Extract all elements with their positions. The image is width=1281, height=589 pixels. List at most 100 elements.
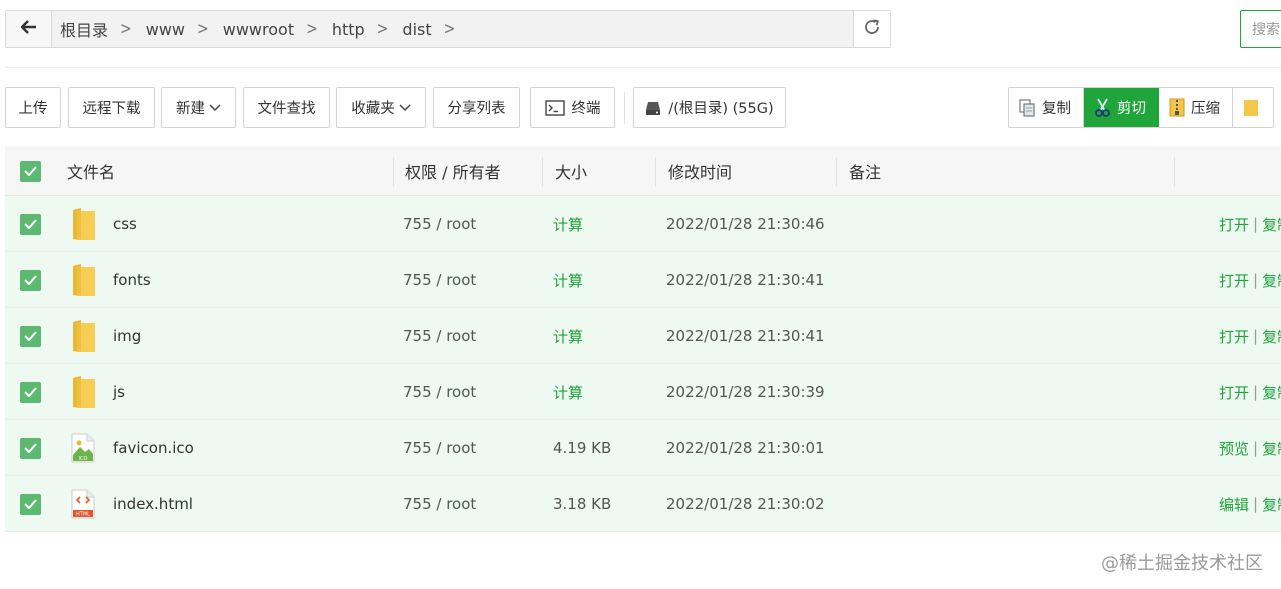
file-permission[interactable]: 755 / root	[403, 364, 476, 420]
file-modified-time: 2022/01/28 21:30:41	[666, 271, 825, 289]
folder-icon	[71, 252, 97, 308]
file-size: 计算	[553, 327, 584, 346]
disk-button[interactable]: /(根目录) (55G)	[633, 87, 786, 128]
terminal-button[interactable]: 终端	[530, 87, 615, 128]
cut-button[interactable]: 剪切	[1084, 88, 1159, 127]
folder-icon	[71, 196, 97, 252]
svg-text:ICO: ICO	[79, 456, 88, 462]
row-action-copy[interactable]: 复制	[1262, 494, 1281, 515]
row-action-primary[interactable]: 打开	[1219, 326, 1249, 347]
back-button[interactable]	[6, 11, 52, 47]
row-actions: 打开|复制	[1219, 364, 1281, 420]
html-file-icon: HTML	[71, 476, 95, 532]
column-divider	[1174, 157, 1175, 187]
file-modified-time: 2022/01/28 21:30:46	[666, 215, 825, 233]
column-header-modified[interactable]: 修改时间	[668, 146, 732, 196]
column-divider	[542, 157, 543, 187]
row-action-copy[interactable]: 复制	[1262, 438, 1281, 459]
file-name[interactable]: img	[113, 308, 141, 364]
share-list-button[interactable]: 分享列表	[433, 87, 520, 128]
file-modified-time: 2022/01/28 21:30:41	[666, 327, 825, 345]
chevron-down-icon	[209, 103, 221, 112]
table-row[interactable]: js 755 / root 计算 2022/01/28 21:30:39 打开 |…	[5, 364, 1281, 420]
folder-icon	[71, 364, 97, 420]
file-name[interactable]: js	[113, 364, 125, 420]
row-action-primary[interactable]: 预览	[1219, 438, 1249, 459]
clipboard-button-group: 复制 剪切 压缩	[1008, 87, 1274, 128]
row-action-primary[interactable]: 打开	[1219, 214, 1249, 235]
row-action-primary[interactable]: 打开	[1219, 382, 1249, 403]
file-search-button[interactable]: 文件查找	[243, 87, 330, 128]
chevron-right-icon: >	[197, 19, 209, 39]
favorites-dropdown-button[interactable]: 收藏夹	[336, 87, 426, 128]
breadcrumb-item-wwwroot[interactable]: wwwroot >	[223, 19, 332, 38]
compress-button[interactable]: 压缩	[1159, 88, 1233, 127]
column-header-size[interactable]: 大小	[555, 146, 587, 196]
column-header-permission[interactable]: 权限 / 所有者	[405, 146, 501, 196]
row-action-copy[interactable]: 复制	[1262, 382, 1281, 403]
breadcrumb-item-www[interactable]: www >	[146, 19, 223, 39]
row-actions: 打开|复制	[1219, 252, 1281, 308]
row-checkbox[interactable]	[20, 437, 41, 459]
table-row[interactable]: HTML index.html 755 / root 3.18 KB 2022/…	[5, 476, 1281, 532]
breadcrumb-item-dist[interactable]: dist >	[402, 19, 469, 39]
arrow-left-icon	[19, 20, 37, 38]
new-dropdown-button[interactable]: 新建	[161, 87, 236, 128]
search-input[interactable]: 搜索	[1240, 10, 1281, 48]
file-name[interactable]: index.html	[113, 476, 193, 532]
row-actions: 预览|复制	[1219, 420, 1281, 476]
row-checkbox[interactable]	[20, 325, 41, 347]
upload-button[interactable]: 上传	[5, 87, 61, 128]
row-checkbox[interactable]	[20, 213, 41, 235]
file-permission[interactable]: 755 / root	[403, 308, 476, 364]
file-permission[interactable]: 755 / root	[403, 420, 476, 476]
copy-button[interactable]: 复制	[1009, 88, 1084, 127]
remote-download-button[interactable]: 远程下载	[68, 87, 155, 128]
folder-icon	[71, 308, 97, 364]
toolbar-divider	[624, 92, 625, 124]
hard-drive-icon	[645, 100, 661, 116]
scissors-icon	[1094, 98, 1111, 117]
column-divider	[836, 157, 837, 187]
row-action-primary[interactable]: 打开	[1219, 270, 1249, 291]
row-checkbox[interactable]	[20, 381, 41, 403]
refresh-button[interactable]	[853, 11, 890, 47]
chevron-right-icon: >	[443, 19, 456, 39]
table-row[interactable]: fonts 755 / root 计算 2022/01/28 21:30:41 …	[5, 252, 1281, 308]
table-row[interactable]: img 755 / root 计算 2022/01/28 21:30:41 打开…	[5, 308, 1281, 364]
divider	[5, 67, 1281, 68]
row-action-copy[interactable]: 复制	[1262, 214, 1281, 235]
file-modified-time: 2022/01/28 21:30:02	[666, 495, 825, 513]
image-file-icon: ICO	[71, 420, 95, 476]
row-action-copy[interactable]: 复制	[1262, 326, 1281, 347]
chevron-right-icon: >	[376, 19, 389, 39]
table-row[interactable]: css 755 / root 计算 2022/01/28 21:30:46 打开…	[5, 196, 1281, 252]
more-button[interactable]	[1233, 88, 1273, 127]
select-all-checkbox[interactable]	[20, 146, 41, 196]
svg-text:HTML: HTML	[76, 512, 90, 518]
breadcrumb-item-root[interactable]: 根目录 >	[60, 17, 146, 41]
chevron-right-icon: >	[120, 19, 132, 39]
table-row[interactable]: ICO favicon.ico 755 / root 4.19 KB 2022/…	[5, 420, 1281, 476]
row-action-copy[interactable]: 复制	[1262, 270, 1281, 291]
row-actions: 编辑|复制	[1219, 476, 1281, 532]
file-permission[interactable]: 755 / root	[403, 196, 476, 252]
column-divider	[393, 157, 394, 187]
row-actions: 打开|复制	[1219, 308, 1281, 364]
file-name[interactable]: css	[113, 196, 137, 252]
breadcrumb-item-http[interactable]: http >	[332, 19, 403, 39]
column-header-note[interactable]: 备注	[849, 146, 881, 196]
table-body: css 755 / root 计算 2022/01/28 21:30:46 打开…	[5, 196, 1281, 532]
file-size: 3.18 KB	[553, 495, 612, 513]
terminal-icon	[544, 99, 565, 116]
file-permission[interactable]: 755 / root	[403, 252, 476, 308]
file-permission[interactable]: 755 / root	[403, 476, 476, 532]
checkbox[interactable]	[20, 160, 41, 182]
file-name[interactable]: favicon.ico	[113, 420, 194, 476]
row-checkbox[interactable]	[20, 493, 41, 515]
column-header-name[interactable]: 文件名	[67, 146, 115, 196]
row-action-primary[interactable]: 编辑	[1219, 494, 1249, 515]
row-checkbox[interactable]	[20, 269, 41, 291]
file-size: 计算	[553, 271, 584, 290]
file-name[interactable]: fonts	[113, 252, 151, 308]
